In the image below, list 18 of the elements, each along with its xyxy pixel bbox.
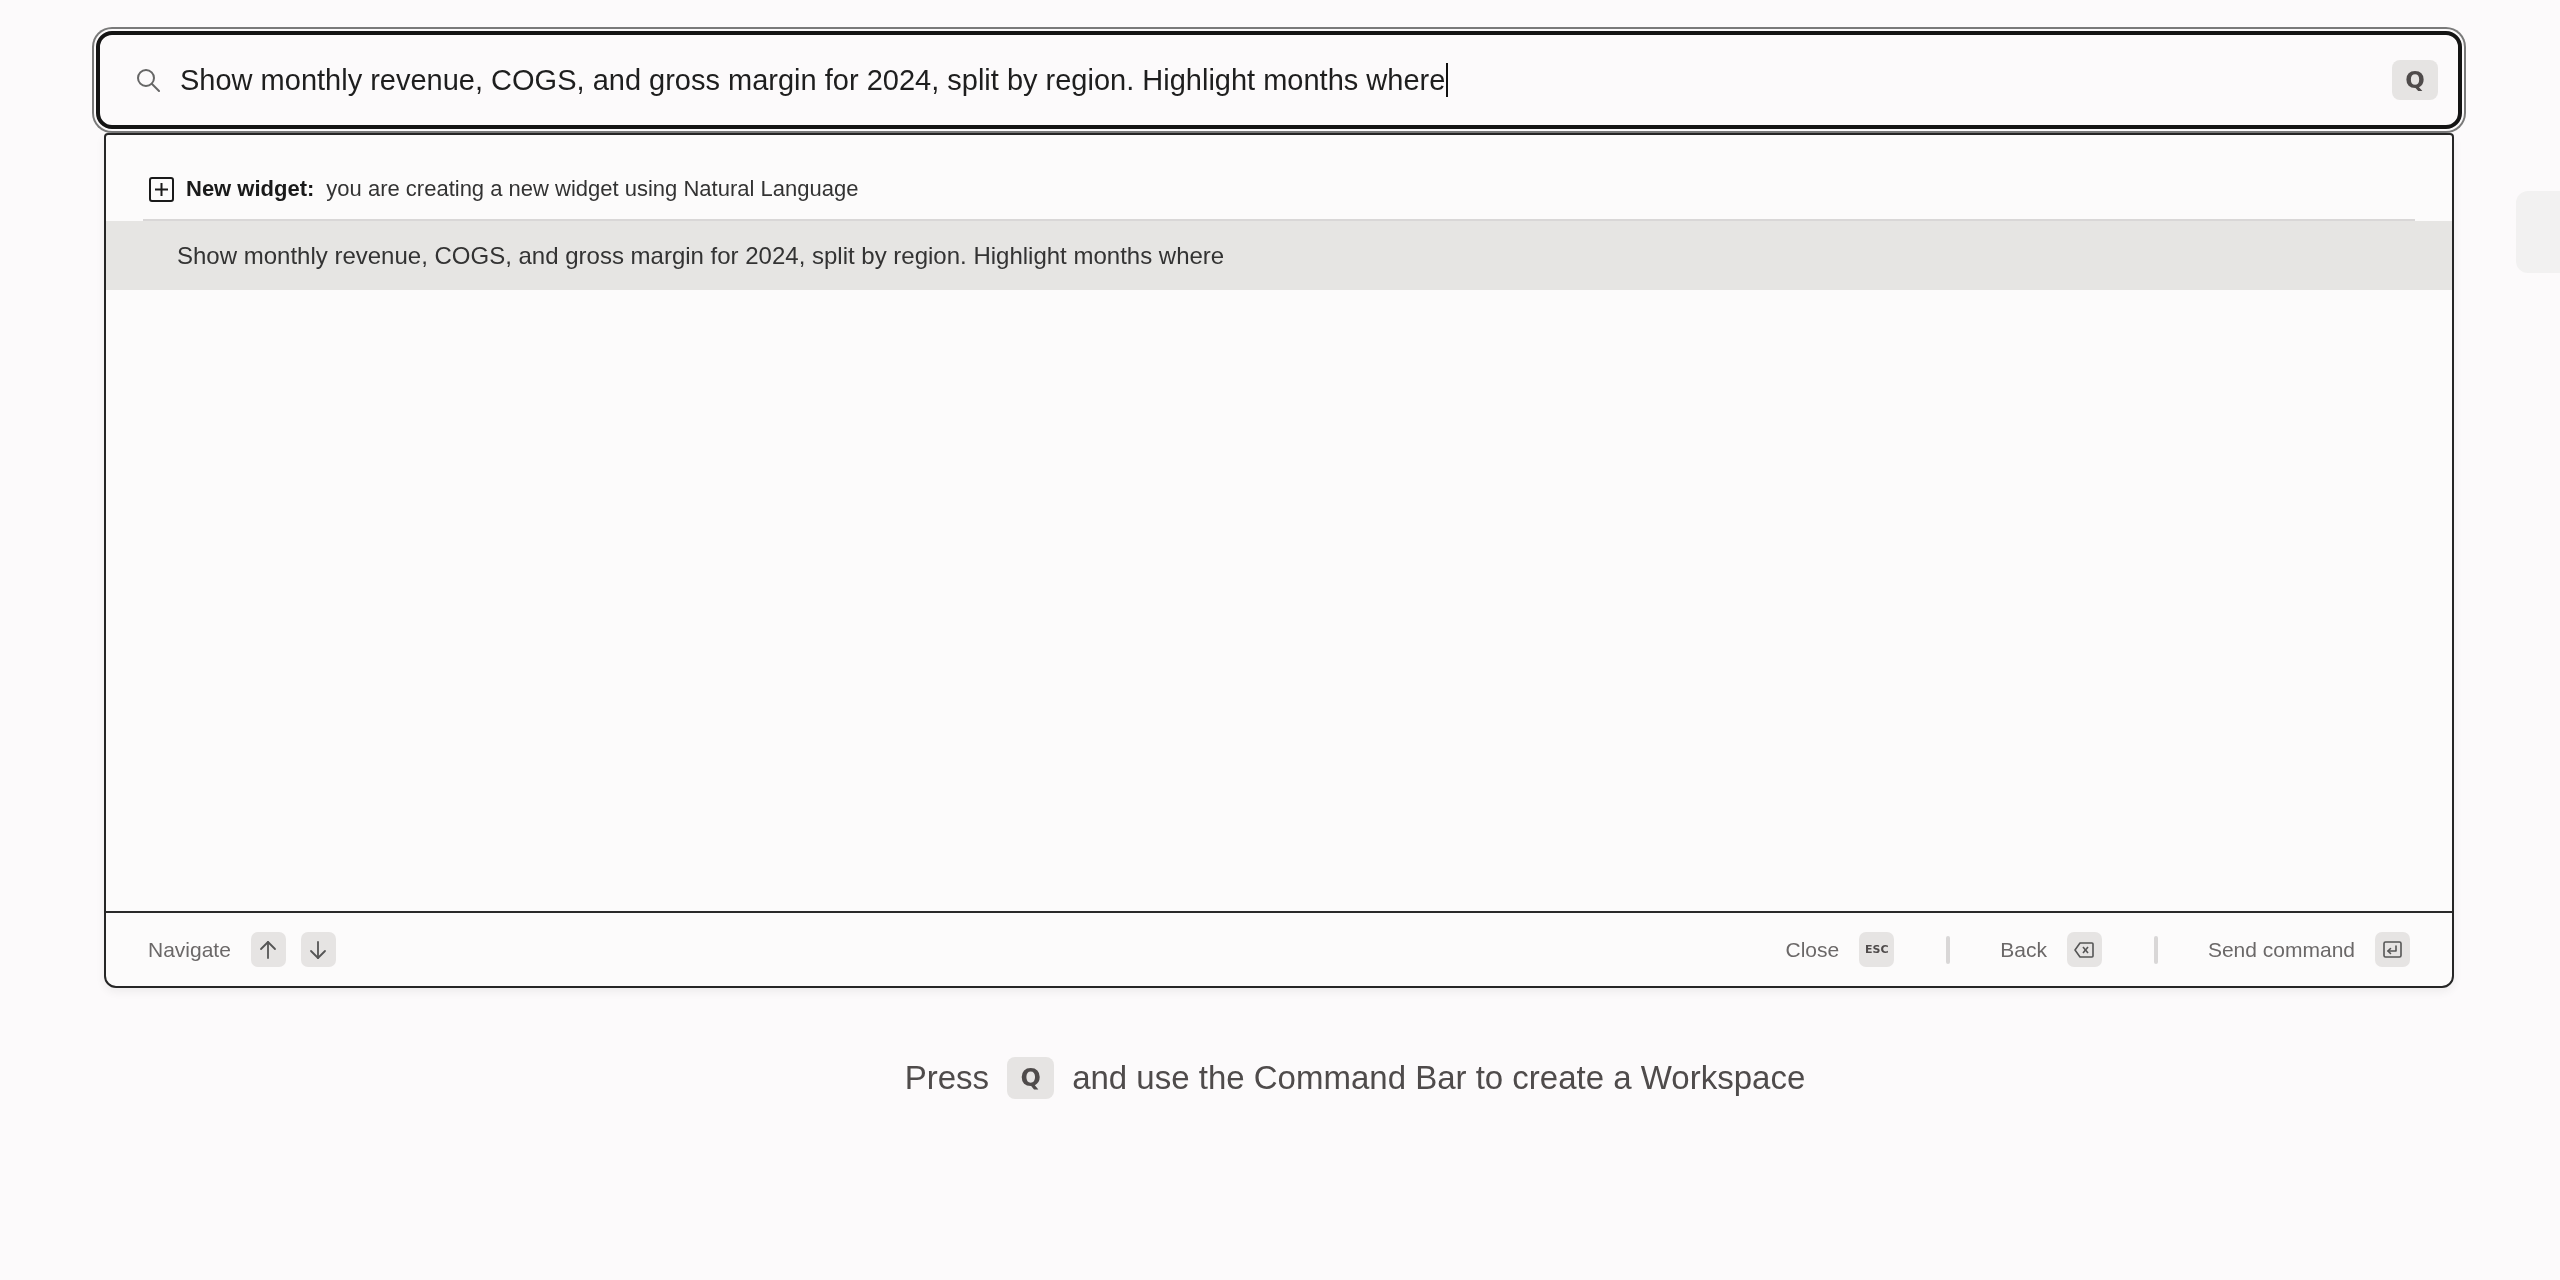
- arrow-down-icon: [300, 932, 336, 967]
- suggestion-item[interactable]: Show monthly revenue, COGS, and gross margin for 2024, split by region. Highlight months where: [106, 221, 2452, 290]
- key-badge: Q: [1007, 1057, 1055, 1099]
- search-icon: [136, 68, 160, 92]
- key-badge: Q: [2392, 60, 2438, 100]
- hint-text: and use the Command Bar to create a Workspace: [1072, 1059, 1806, 1097]
- plus-square-icon: [149, 176, 174, 202]
- section-description: you are creating a new widget using Natural Language: [326, 176, 859, 202]
- shortcut-label: Navigate: [148, 937, 231, 962]
- shortcut-label: Send command: [2207, 937, 2355, 962]
- section-label: New widget:: [186, 176, 315, 202]
- shortcut-label: Close: [1785, 937, 1840, 962]
- hint-text: Press: [904, 1059, 990, 1097]
- enter-key-icon: [2375, 932, 2410, 967]
- shortcut-label: Back: [2000, 937, 2047, 962]
- arrow-up-icon: [250, 932, 286, 967]
- backspace-key-icon: [2066, 932, 2102, 967]
- key-badge: ESC: [1859, 932, 1895, 967]
